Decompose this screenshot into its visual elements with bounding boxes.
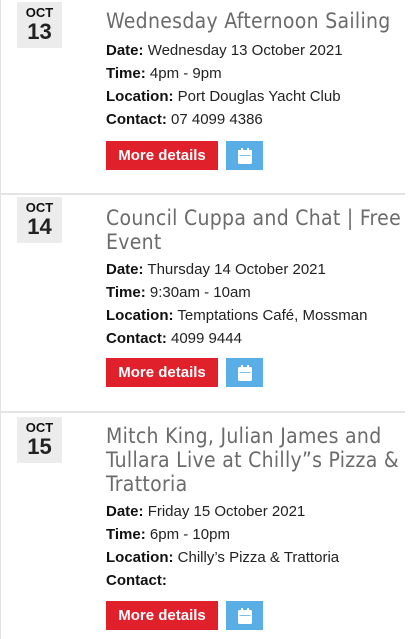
event-content: Mitch King, Julian James and Tullara Liv… <box>106 424 405 592</box>
field-label: Contact: <box>106 330 167 347</box>
left-rail <box>0 195 1 413</box>
event-contact: Contact: 07 4099 4386 <box>106 108 405 131</box>
left-rail <box>0 0 1 195</box>
event-content: Wednesday Afternoon Sailing Date: Wednes… <box>106 9 405 131</box>
date-badge-day: 13 <box>27 19 52 44</box>
field-label: Location: <box>106 88 174 105</box>
left-rail <box>0 413 1 639</box>
field-label: Date: <box>106 42 144 59</box>
field-value: Chilly’s Pizza & Trattoria <box>177 549 340 566</box>
event-contact: Contact: <box>106 569 405 592</box>
event-time: Time: 9:30am - 10am <box>106 281 405 304</box>
event-title-line[interactable]: Mitch King, Julian James and <box>106 424 382 448</box>
event-item: OCT 13 Wednesday Afternoon Sailing Date:… <box>0 0 419 195</box>
date-badge-month: OCT <box>25 420 54 435</box>
field-value: Friday 15 October 2021 <box>147 503 306 520</box>
event-title[interactable]: Wednesday Afternoon Sailing <box>106 9 405 33</box>
date-badge-day: 14 <box>27 214 52 239</box>
date-badge: OCT 15 <box>17 417 62 463</box>
event-date: Date: Thursday 14 October 2021 <box>106 258 405 281</box>
field-label: Contact: <box>106 111 167 128</box>
event-title[interactable]: Mitch King, Julian James and Tullara Liv… <box>106 424 405 496</box>
event-title-line[interactable]: Trattoria <box>106 472 187 496</box>
field-value: 6pm - 10pm <box>149 526 230 543</box>
field-label: Time: <box>106 284 146 301</box>
add-to-calendar-button[interactable] <box>226 601 263 630</box>
field-value: 4pm - 9pm <box>149 65 222 82</box>
event-title[interactable]: Council Cuppa and Chat | Free Event <box>106 206 405 254</box>
calendar-icon <box>237 364 252 381</box>
date-badge: OCT 13 <box>17 2 62 48</box>
field-value: Wednesday 13 October 2021 <box>147 42 343 59</box>
date-badge: OCT 14 <box>17 197 62 243</box>
event-title-line[interactable]: Tullara Live at Chilly”s Pizza & <box>106 448 399 472</box>
calendar-icon <box>237 607 252 624</box>
event-item: OCT 15 Mitch King, Julian James and Tull… <box>0 413 419 639</box>
field-value: Port Douglas Yacht Club <box>177 88 341 105</box>
field-label: Date: <box>106 261 144 278</box>
field-value: Thursday 14 October 2021 <box>147 261 326 278</box>
field-value: 9:30am - 10am <box>149 284 251 301</box>
event-time: Time: 6pm - 10pm <box>106 523 405 546</box>
date-badge-day: 15 <box>27 434 52 459</box>
more-details-button[interactable]: More details <box>106 601 218 630</box>
field-label: Location: <box>106 549 174 566</box>
events-list: OCT 13 Wednesday Afternoon Sailing Date:… <box>0 0 419 639</box>
event-location: Location: Chilly’s Pizza & Trattoria <box>106 546 405 569</box>
date-badge-month: OCT <box>25 200 54 215</box>
field-label: Date: <box>106 503 144 520</box>
event-date: Date: Friday 15 October 2021 <box>106 500 405 523</box>
event-title-line[interactable]: Event <box>106 230 162 254</box>
more-details-button[interactable]: More details <box>106 141 218 170</box>
field-label: Contact: <box>106 572 167 589</box>
date-badge-month: OCT <box>25 5 54 20</box>
event-date: Date: Wednesday 13 October 2021 <box>106 39 405 62</box>
event-location: Location: Port Douglas Yacht Club <box>106 85 405 108</box>
event-item: OCT 14 Council Cuppa and Chat | Free Eve… <box>0 195 419 413</box>
event-location: Location: Temptations Café, Mossman <box>106 304 405 327</box>
event-contact: Contact: 4099 9444 <box>106 327 405 350</box>
field-value: 4099 9444 <box>171 330 242 347</box>
field-label: Time: <box>106 65 146 82</box>
event-content: Council Cuppa and Chat | Free Event Date… <box>106 206 405 350</box>
more-details-button[interactable]: More details <box>106 358 218 387</box>
calendar-icon <box>237 147 252 164</box>
event-title-line[interactable]: Council Cuppa and Chat | Free <box>106 206 401 230</box>
add-to-calendar-button[interactable] <box>226 358 263 387</box>
event-time: Time: 4pm - 9pm <box>106 62 405 85</box>
field-value: Temptations Café, Mossman <box>177 307 368 324</box>
add-to-calendar-button[interactable] <box>226 141 263 170</box>
field-label: Location: <box>106 307 174 324</box>
event-title-line[interactable]: Wednesday Afternoon Sailing <box>106 9 391 33</box>
field-value: 07 4099 4386 <box>171 111 263 128</box>
field-label: Time: <box>106 526 146 543</box>
